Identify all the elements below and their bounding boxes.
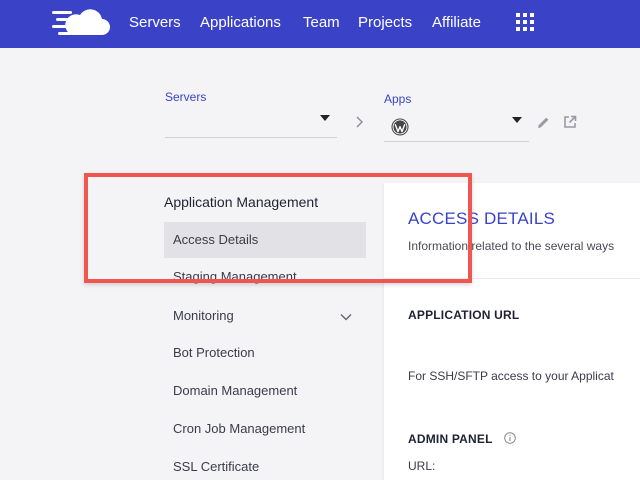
nav-servers-link[interactable]: Servers (129, 14, 181, 32)
menu-item-cron-job-management[interactable]: Cron Job Management (164, 411, 366, 447)
edit-pencil-icon[interactable] (537, 116, 550, 129)
menu-item-monitoring[interactable]: Monitoring (164, 298, 366, 334)
external-link-icon[interactable] (563, 115, 577, 129)
menu-item-domain-management[interactable]: Domain Management (164, 373, 366, 409)
access-details-panel: ACCESS DETAILS Information related to th… (384, 183, 640, 480)
page-subtitle: Information related to the several ways (408, 239, 615, 253)
wordpress-icon (391, 118, 409, 136)
apps-selector-label: Apps (384, 92, 412, 106)
nav-affiliate-link[interactable]: Affiliate (432, 14, 481, 32)
menu-item-bot-protection[interactable]: Bot Protection (164, 335, 366, 371)
chevron-down-icon (320, 115, 330, 121)
ssh-sftp-description: For SSH/SFTP access to your Applicat (408, 369, 614, 383)
application-url-heading: APPLICATION URL (408, 308, 520, 322)
servers-dropdown[interactable] (165, 112, 337, 138)
chevron-right-icon (356, 116, 363, 128)
application-management-title: Application Management (164, 194, 319, 210)
menu-item-staging-management[interactable]: Staging Management (164, 259, 366, 295)
menu-item-ssl-certificate[interactable]: SSL Certificate (164, 449, 366, 480)
chevron-down-icon (512, 117, 522, 123)
info-icon[interactable] (504, 432, 516, 444)
divider (384, 278, 640, 279)
apps-grid-icon[interactable] (516, 13, 534, 31)
servers-selector-label: Servers (165, 90, 207, 104)
nav-projects-link[interactable]: Projects (358, 14, 412, 32)
top-navigation-bar: Servers Applications Team Projects Affil… (0, 0, 640, 48)
page-title: ACCESS DETAILS (408, 209, 556, 228)
chevron-down-icon[interactable] (340, 313, 352, 321)
nav-team-link[interactable]: Team (303, 14, 340, 32)
cloudways-logo-icon[interactable] (52, 7, 110, 37)
admin-panel-heading: ADMIN PANEL (408, 432, 493, 446)
admin-url-label: URL: (408, 459, 436, 473)
menu-item-access-details[interactable]: Access Details (164, 222, 366, 258)
nav-applications-link[interactable]: Applications (200, 14, 281, 32)
